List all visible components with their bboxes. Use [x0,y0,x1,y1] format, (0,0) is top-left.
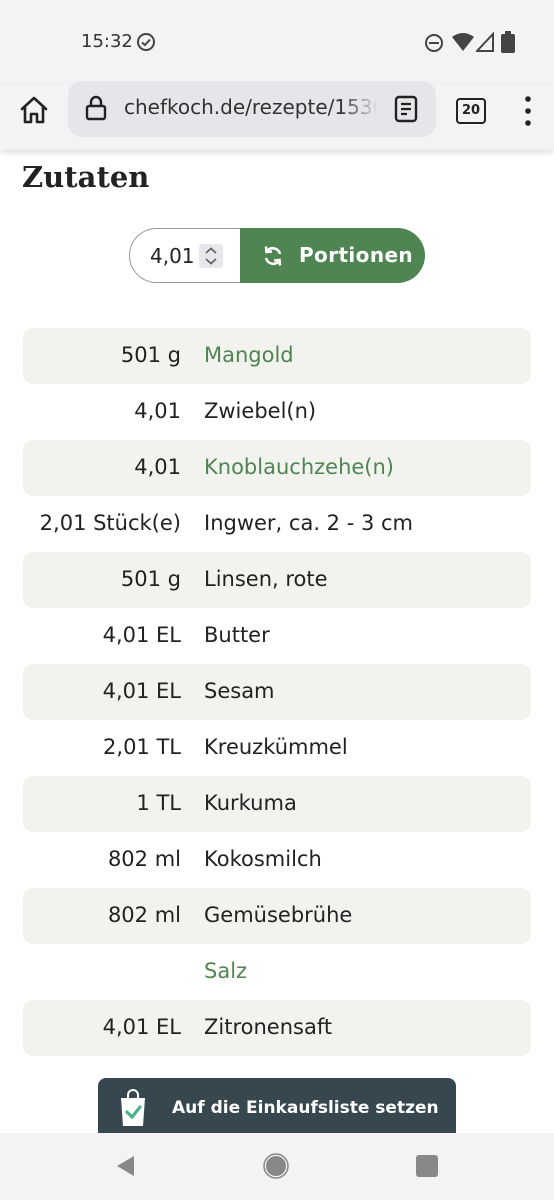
ingredient-amount: 4,01 EL [102,1015,181,1039]
ingredient-row: Salz [23,944,531,1000]
do-not-disturb-icon [425,34,443,52]
ingredient-amount: 802 ml [107,847,181,871]
battery-icon [501,31,515,53]
lock-icon[interactable] [84,95,108,121]
ingredient-amount: 4,01 EL [102,623,181,647]
refresh-icon [264,246,282,266]
ingredient-row: 501 g Linsen, rote [23,552,531,608]
address-bar[interactable]: chefkoch.de/rezepte/1530 [68,81,436,137]
update-portions-button[interactable]: Portionen [240,228,425,283]
ingredient-name: Kreuzkümmel [204,735,348,759]
ingredient-amount: 2,01 Stück(e) [39,511,181,535]
home-circle-icon[interactable] [263,1153,289,1179]
check-circle-icon [137,33,155,51]
ingredient-row: 4,01 Knoblauchzehe(n) [23,440,531,496]
ingredient-row: 802 ml Gemüsebrühe [23,888,531,944]
more-menu-icon[interactable] [520,94,536,128]
ingredient-name: Zwiebel(n) [204,399,317,423]
portion-input[interactable]: 4,01 [129,228,248,283]
ingredient-list: 501 g Mangold 4,01 Zwiebel(n) 4,01 Knoblauchz… [23,328,531,1056]
portion-value[interactable]: 4,01 [150,244,195,268]
ingredient-row: 2,01 Stück(e) Ingwer, ca. 2 - 3 cm [23,496,531,552]
ingredient-link[interactable]: Knoblauchzehe(n) [204,455,394,479]
shopping-list-label: Auf die Einkaufsliste setzen [172,1098,439,1118]
ingredient-row: 4,01 EL Butter [23,608,531,664]
ingredient-name: Sesam [204,679,275,703]
status-time: 15:32 [81,31,133,52]
url-text[interactable]: chefkoch.de/rezepte/1530 [124,95,378,119]
ingredient-row: 1 TL Kurkuma [23,776,531,832]
ingredient-name: Kokosmilch [204,847,322,871]
portion-control: 4,01 Portionen [129,228,425,283]
section-title: Zutaten [22,160,150,194]
back-icon[interactable] [114,1154,138,1178]
ingredient-row: 501 g Mangold [23,328,531,384]
ingredient-amount: 501 g [120,343,181,367]
ingredient-name: Ingwer, ca. 2 - 3 cm [204,511,414,535]
system-navigation-bar [0,1133,554,1200]
add-to-shopping-list-button[interactable]: Auf die Einkaufsliste setzen [98,1078,456,1140]
stepper-arrows-icon[interactable] [199,244,223,268]
wifi-icon [452,33,474,51]
tab-switcher-button[interactable]: 20 [456,98,486,124]
shopping-bag-check-icon [121,1089,145,1126]
ingredient-row: 4,01 EL Sesam [23,664,531,720]
status-bar: 15:32 [0,0,554,84]
ingredient-row: 4,01 Zwiebel(n) [23,384,531,440]
ingredient-amount: 4,01 EL [102,679,181,703]
ingredient-name: Kurkuma [204,791,297,815]
ingredient-name: Zitronensaft [204,1015,333,1039]
ingredient-row: 2,01 TL Kreuzkümmel [23,720,531,776]
recents-icon[interactable] [416,1155,438,1177]
ingredient-amount: 1 TL [136,791,181,815]
ingredient-name: Butter [204,623,270,647]
portions-label: Portionen [299,243,414,267]
home-icon[interactable] [18,94,50,126]
ingredient-name: Gemüsebrühe [204,903,353,927]
signal-icon [476,32,494,52]
ingredient-amount: 501 g [120,567,181,591]
ingredient-link[interactable]: Salz [204,959,247,983]
reader-mode-icon[interactable] [394,95,418,123]
ingredient-row: 802 ml Kokosmilch [23,832,531,888]
ingredient-name: Linsen, rote [204,567,328,591]
ingredient-amount: 4,01 [134,455,181,479]
browser-toolbar: chefkoch.de/rezepte/1530 20 [0,81,554,150]
ingredient-link[interactable]: Mangold [204,343,294,367]
ingredient-row: 4,01 EL Zitronensaft [23,1000,531,1056]
ingredient-amount: 2,01 TL [103,735,181,759]
ingredient-amount: 802 ml [107,903,181,927]
ingredient-amount: 4,01 [134,399,181,423]
